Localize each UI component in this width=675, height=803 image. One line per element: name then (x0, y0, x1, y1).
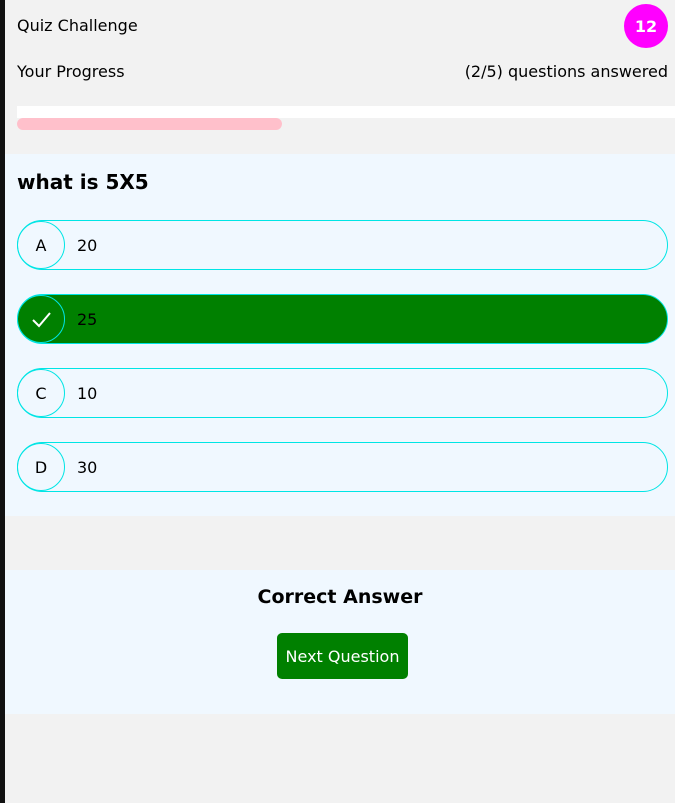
question-text: what is 5X5 (17, 170, 149, 194)
header: Quiz Challenge 12 (17, 0, 675, 52)
feedback-title: Correct Answer (257, 586, 423, 608)
next-question-button[interactable]: Next Question (277, 633, 408, 679)
score-badge: 12 (624, 4, 668, 48)
option-letter: A (17, 221, 65, 269)
option-c[interactable]: C 10 (17, 368, 668, 418)
option-a[interactable]: A 20 (17, 220, 668, 270)
option-text: 10 (77, 383, 98, 403)
progress-fill (17, 118, 282, 130)
option-text: 25 (77, 309, 98, 329)
progress-row: Your Progress (2/5) questions answered (17, 62, 668, 81)
option-d[interactable]: D 30 (17, 442, 668, 492)
app-title: Quiz Challenge (17, 16, 138, 35)
option-text: 20 (77, 235, 98, 255)
option-letter: D (17, 443, 65, 491)
option-b[interactable]: 25 (17, 294, 668, 344)
progress-status: (2/5) questions answered (464, 62, 668, 81)
checkmark-icon (17, 295, 65, 343)
feedback-card: Correct Answer Next Question (5, 570, 675, 714)
option-text: 30 (77, 457, 98, 477)
progress-track (17, 106, 675, 118)
question-card: what is 5X5 A 20 25 C 10 D 30 (5, 154, 675, 516)
progress-label: Your Progress (17, 62, 125, 81)
option-letter: C (17, 369, 65, 417)
quiz-app: Quiz Challenge 12 Your Progress (2/5) qu… (0, 0, 675, 803)
